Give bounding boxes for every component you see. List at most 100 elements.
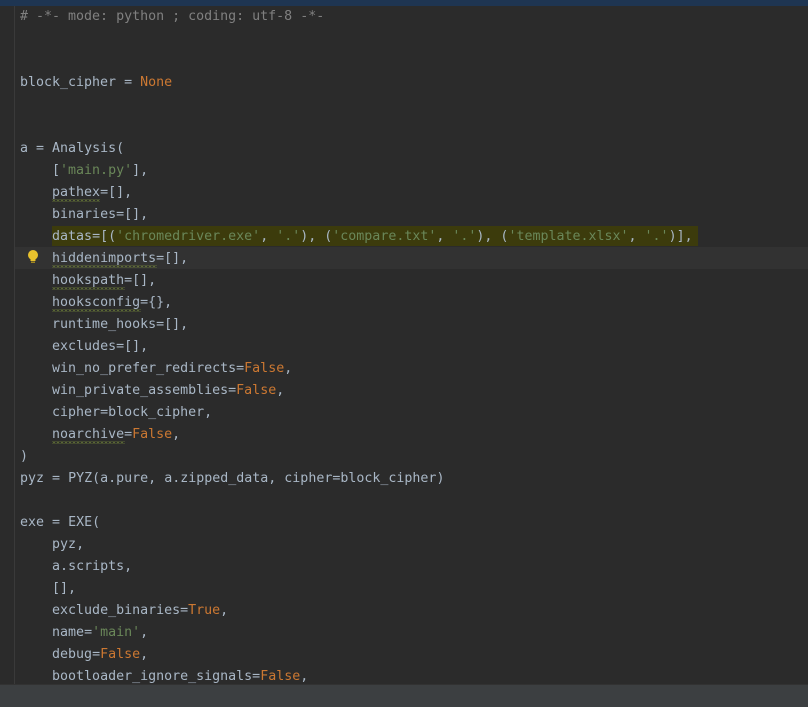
code-line[interactable]: a.scripts,	[20, 556, 132, 578]
code-token: hiddenimports	[52, 251, 157, 266]
code-token: noarchive	[52, 427, 125, 442]
code-token: name	[52, 625, 85, 640]
code-editor[interactable]: # -*- mode: python ; coding: utf-8 -*- bl…	[0, 0, 808, 707]
code-token: =	[116, 75, 141, 90]
code-line[interactable]: pyz = PYZ(a.pure, a.zipped_data, cipher=…	[20, 468, 444, 490]
code-token: 'main.py'	[60, 163, 133, 178]
code-line[interactable]: exclude_binaries=True,	[20, 600, 228, 622]
code-token: =[],	[124, 273, 157, 288]
code-line[interactable]: win_no_prefer_redirects=False,	[20, 358, 292, 380]
code-token: PYZ	[68, 471, 93, 486]
code-line[interactable]: # -*- mode: python ; coding: utf-8 -*-	[20, 6, 324, 28]
code-token: 'compare.txt'	[332, 229, 437, 244]
code-token: pathex	[52, 185, 101, 200]
code-line[interactable]: pyz,	[20, 534, 84, 556]
code-token: ,	[140, 625, 149, 640]
code-token: EXE	[68, 515, 93, 530]
line-gutter[interactable]	[0, 6, 14, 684]
code-token: a	[100, 471, 109, 486]
code-token: ,	[204, 405, 213, 420]
code-token: False	[260, 669, 301, 684]
code-token: scripts	[68, 559, 125, 574]
code-token: =	[180, 603, 189, 618]
code-token: a	[164, 471, 173, 486]
code-token: a	[20, 141, 29, 156]
code-token: Analysis	[52, 141, 117, 156]
code-token: exe	[20, 515, 45, 530]
warning-squiggle	[52, 265, 157, 268]
code-line[interactable]: datas=[('chromedriver.exe', '.'), ('comp…	[20, 226, 693, 248]
code-token: excludes	[52, 339, 117, 354]
code-line[interactable]: excludes=[],	[20, 336, 148, 358]
code-token: =	[228, 383, 237, 398]
code-line[interactable]: runtime_hooks=[],	[20, 314, 188, 336]
code-token: win_private_assemblies	[52, 383, 229, 398]
code-token: [	[20, 163, 61, 178]
code-token: ,	[220, 603, 229, 618]
code-token: ={},	[140, 295, 173, 310]
code-token: block_cipher	[20, 75, 117, 90]
code-token: ,	[140, 647, 149, 662]
code-token: '.'	[276, 229, 301, 244]
code-line[interactable]: [],	[20, 578, 76, 600]
code-token: zipped_data	[180, 471, 269, 486]
code-line[interactable]: block_cipher = None	[20, 72, 172, 94]
code-token: False	[244, 361, 285, 376]
code-token: 'template.xlsx'	[508, 229, 629, 244]
code-token: =	[92, 647, 101, 662]
code-token: =	[124, 427, 133, 442]
code-token: win_no_prefer_redirects	[52, 361, 237, 376]
code-line[interactable]: ['main.py'],	[20, 160, 148, 182]
code-token: =	[252, 669, 261, 684]
code-token: =	[28, 141, 53, 156]
code-token: )	[436, 471, 445, 486]
code-line[interactable]: win_private_assemblies=False,	[20, 380, 284, 402]
code-token: cipher	[284, 471, 333, 486]
code-token: debug	[52, 647, 93, 662]
code-token: =	[44, 471, 69, 486]
code-line[interactable]: debug=False,	[20, 644, 148, 666]
code-line[interactable]: binaries=[],	[20, 204, 148, 226]
code-token: binaries	[52, 207, 117, 222]
code-token: (	[92, 515, 101, 530]
code-token: ,	[300, 669, 309, 684]
code-token: False	[236, 383, 277, 398]
code-token: bootloader_ignore_signals	[52, 669, 253, 684]
code-token: =	[236, 361, 245, 376]
code-line[interactable]: exe = EXE(	[20, 512, 100, 534]
code-line[interactable]: cipher=block_cipher,	[20, 402, 212, 424]
horizontal-scrollbar[interactable]	[0, 684, 808, 707]
code-token: )],	[668, 229, 693, 244]
code-token: =[],	[156, 251, 189, 266]
code-token: =[],	[116, 339, 149, 354]
code-token: .	[108, 471, 117, 486]
warning-squiggle	[52, 441, 125, 444]
code-token: '.'	[644, 229, 669, 244]
code-token: block_cipher	[108, 405, 205, 420]
code-token: .	[60, 559, 69, 574]
code-token: # -*- mode: python ; coding: utf-8 -*-	[20, 9, 325, 24]
code-token: =[(	[92, 229, 117, 244]
code-token: ],	[132, 163, 149, 178]
code-token: runtime_hooks	[52, 317, 157, 332]
code-line[interactable]: name='main',	[20, 622, 148, 644]
code-token: =	[44, 515, 69, 530]
code-line[interactable]: a = Analysis(	[20, 138, 124, 160]
code-token: (	[92, 471, 101, 486]
warning-squiggle	[52, 199, 101, 202]
code-token: ,	[148, 471, 165, 486]
code-line[interactable]: )	[20, 446, 28, 468]
code-token: False	[100, 647, 141, 662]
warning-squiggle	[52, 287, 125, 290]
